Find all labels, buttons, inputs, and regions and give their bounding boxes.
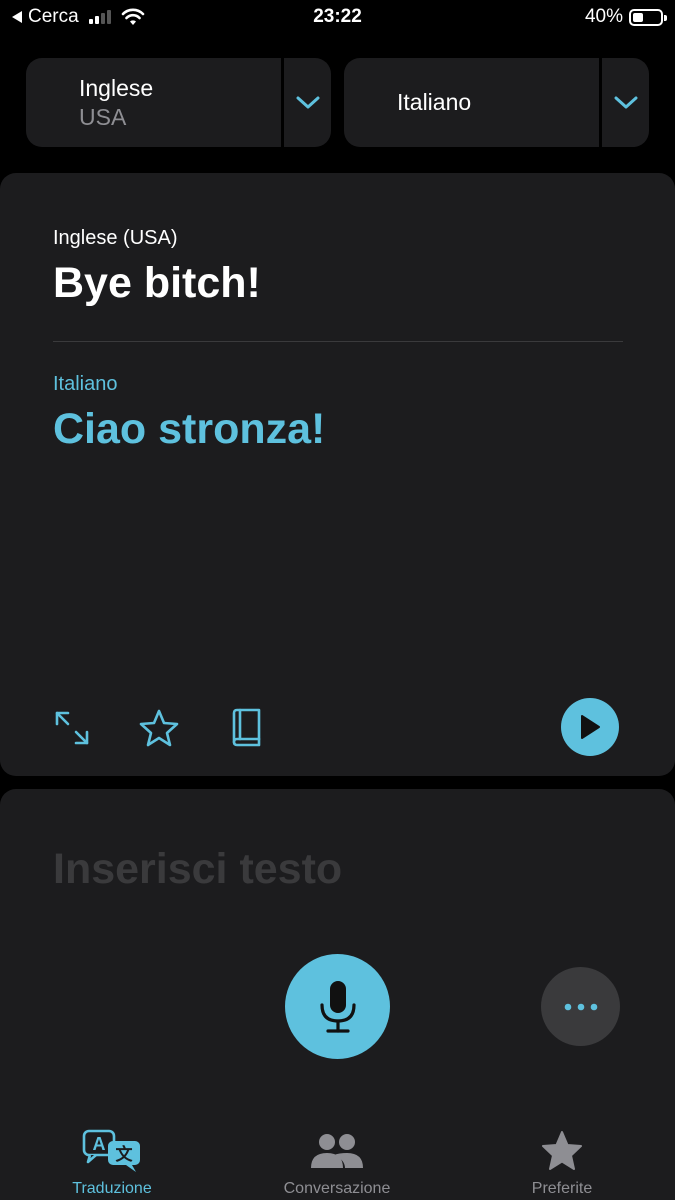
source-language-button[interactable]: Inglese USA [26,58,281,147]
translated-text[interactable]: Ciao stronza! [53,405,325,454]
star-outline-icon [139,709,179,747]
expand-icon [55,711,89,745]
battery-icon [629,8,667,26]
people-icon [311,1134,363,1168]
source-text[interactable]: Bye bitch! [53,259,261,308]
battery-percent: 40% [584,6,623,27]
card-actions [0,698,675,758]
card-divider [53,341,623,342]
source-language-name: Inglese [79,74,154,101]
target-text-label: Italiano [53,373,118,395]
microphone-button[interactable] [285,954,390,1059]
star-filled-icon [542,1131,582,1170]
status-bar: Cerca 23:22 40% [0,0,675,34]
source-language-dropdown[interactable] [284,58,331,147]
dictionary-button[interactable] [216,698,276,758]
translate-screen: Cerca 23:22 40% Inglese USA Italiano Ing… [0,0,675,1200]
tab-favorites[interactable]: Preferite [462,1128,662,1198]
svg-text:文: 文 [116,1144,134,1165]
source-language-selector[interactable]: Inglese USA [26,58,331,147]
svg-text:A: A [93,1134,106,1154]
source-text-label: Inglese (USA) [53,227,178,249]
ellipsis-icon [564,1003,597,1010]
translate-icon: A 文 [82,1129,140,1172]
input-card: Inserisci testo [0,789,675,1129]
chevron-down-icon [614,96,637,108]
battery-status: 40% [584,6,667,28]
tab-label: Conversazione [283,1180,391,1197]
tab-label: Preferite [531,1180,593,1197]
chevron-down-icon [296,96,319,108]
microphone-icon [319,980,356,1033]
more-options-button[interactable] [541,967,620,1046]
source-language-region: USA [79,103,127,130]
target-language-button[interactable]: Italiano [344,58,599,147]
tab-label: Traduzione [72,1180,152,1197]
text-input[interactable]: Inserisci testo [53,845,342,894]
tab-bar: A 文 Traduzione Conversazione Preferite [0,1120,675,1200]
tab-conversation[interactable]: Conversazione [237,1128,437,1198]
favorite-button[interactable] [129,698,189,758]
play-audio-button[interactable] [561,698,619,756]
fullscreen-button[interactable] [42,698,102,758]
translation-card: Inglese (USA) Bye bitch! Italiano Ciao s… [0,173,675,776]
book-icon [232,708,261,747]
target-language-selector[interactable]: Italiano [344,58,649,147]
target-language-name: Italiano [397,89,472,115]
tab-translation[interactable]: A 文 Traduzione [12,1128,212,1198]
play-icon [581,715,600,739]
clock: 23:22 [313,6,362,27]
target-language-dropdown[interactable] [602,58,649,147]
